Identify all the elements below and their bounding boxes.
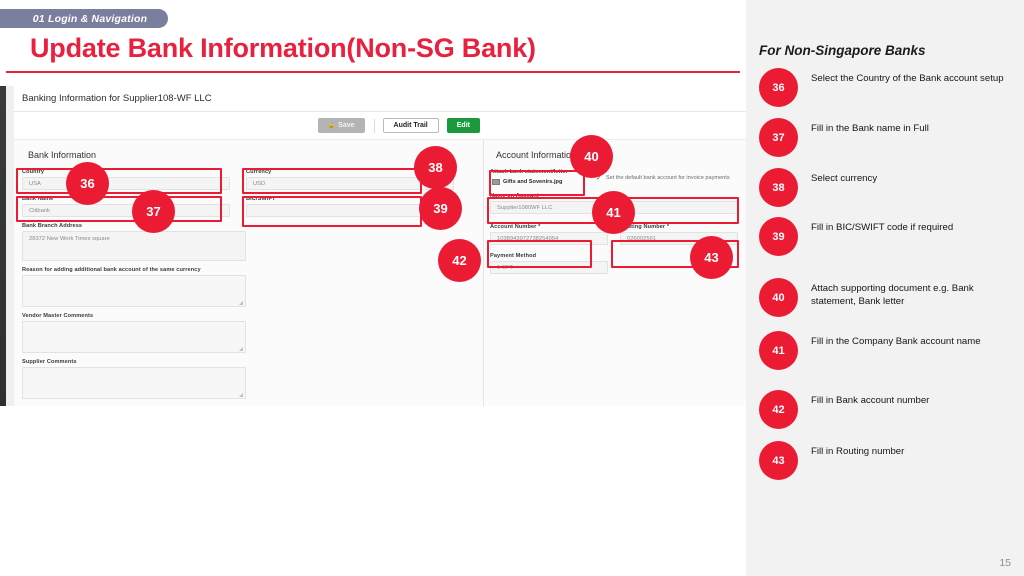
step-badge-39: 39 <box>759 217 798 256</box>
step-text-36: Select the Country of the Bank account s… <box>811 73 1004 84</box>
step-text-38: Select currency <box>811 173 878 184</box>
bank-branch-address-field: Bank Branch Address 28372 New Work Times… <box>22 223 246 261</box>
instruction-step-39: 39 Fill in BIC/SWIFT code if required <box>759 217 1014 256</box>
supplier-comments-textarea[interactable] <box>22 367 246 399</box>
bank-name-field: Bank Name Citibank <box>22 196 230 217</box>
account-information-title: Account Information <box>496 150 577 160</box>
application-screenshot: Banking Information for Supplier108-WF L… <box>0 86 746 406</box>
callout-badge-41: 41 <box>592 191 635 234</box>
app-header: Banking Information for Supplier108-WF L… <box>14 86 746 112</box>
supplier-comments-label: Supplier Comments <box>22 359 77 365</box>
default-account-row[interactable]: ✓ Set the default bank account for invoi… <box>596 174 730 182</box>
account-number-field: Account Number * 1038943972738254054 <box>490 224 608 245</box>
step-text-43: Fill in Routing number <box>811 446 905 457</box>
step-badge-37: 37 <box>759 118 798 157</box>
instruction-step-41: 41 Fill in the Company Bank account name <box>759 331 1014 370</box>
step-text-37: Fill in the Bank name in Full <box>811 123 929 134</box>
step-text-40: Attach supporting document e.g. Bank sta… <box>811 283 974 307</box>
step-badge-38: 38 <box>759 168 798 207</box>
bank-branch-address-label: Bank Branch Address <box>22 223 83 229</box>
callout-badge-37: 37 <box>132 190 175 233</box>
toolbar-divider <box>373 118 375 133</box>
default-account-label: Set the default bank account for invoice… <box>605 175 730 181</box>
file-icon <box>492 179 500 185</box>
account-number-input[interactable]: 1038943972738254054 <box>490 232 608 245</box>
callout-badge-38: 38 <box>414 146 457 189</box>
routing-number-label: Routing Number * <box>620 224 670 230</box>
step-badge-40: 40 <box>759 278 798 317</box>
lock-icon: 🔒 <box>327 123 336 129</box>
save-button-label: Save <box>338 122 355 129</box>
reason-textarea[interactable] <box>22 275 246 307</box>
reason-field: Reason for adding additional bank accoun… <box>22 267 246 307</box>
section-tab: 01 Login & Navigation <box>0 9 168 28</box>
bank-branch-address-input[interactable]: 28372 New Work Times square <box>22 231 246 261</box>
step-badge-36: 36 <box>759 68 798 107</box>
country-label: Country <box>22 169 45 175</box>
page-title: Update Bank Information(Non-SG Bank) <box>30 33 536 63</box>
payment-method-label: Payment Method <box>490 253 537 259</box>
account-number-label: Account Number * <box>490 224 541 230</box>
audit-trail-button[interactable]: Audit Trail <box>382 118 439 133</box>
attach-label: Attach bank statement/letter <box>490 169 569 175</box>
instruction-step-40: 40 Attach supporting document e.g. Bank … <box>759 278 1014 317</box>
country-field: Country USA <box>22 169 230 190</box>
bank-name-label: Bank Name <box>22 196 54 202</box>
app-left-gutter <box>6 86 14 406</box>
callout-badge-39: 39 <box>419 187 462 230</box>
step-badge-42: 42 <box>759 390 798 429</box>
attach-field: Attach bank statement/letter Gifts and S… <box>490 169 738 187</box>
callout-badge-43: 43 <box>690 236 733 279</box>
app-header-title: Banking Information for Supplier108-WF L… <box>22 93 212 104</box>
title-divider <box>6 71 740 73</box>
vendor-master-comments-textarea[interactable] <box>22 321 246 353</box>
step-text-39: Fill in BIC/SWIFT code if required <box>811 222 954 233</box>
callout-badge-42: 42 <box>438 239 481 282</box>
slide-content-area: 01 Login & Navigation Update Bank Inform… <box>0 0 746 576</box>
instruction-step-36: 36 Select the Country of the Bank accoun… <box>759 68 1014 107</box>
instruction-step-38: 38 Select currency <box>759 168 1014 207</box>
app-toolbar: 🔒 Save Audit Trail Edit <box>14 112 746 140</box>
attach-row: Attach bank statement/letter Gifts and S… <box>490 169 738 187</box>
attached-file[interactable]: Gifts and Sovenirs.jpg <box>490 177 586 187</box>
instructions-panel: For Non-Singapore Banks 36 Select the Co… <box>746 0 1024 576</box>
step-badge-41: 41 <box>759 331 798 370</box>
bank-name-input[interactable]: Citibank <box>22 204 230 217</box>
slide: 01 Login & Navigation Update Bank Inform… <box>0 0 1024 576</box>
reason-label: Reason for adding additional bank accoun… <box>22 267 201 273</box>
supplier-comments-field: Supplier Comments <box>22 359 246 399</box>
payment-method-input[interactable]: 1-EFT <box>490 261 608 274</box>
callout-badge-36: 36 <box>66 162 109 205</box>
attached-file-name: Gifts and Sovenirs.jpg <box>503 179 563 185</box>
instruction-step-37: 37 Fill in the Bank name in Full <box>759 118 1014 157</box>
instruction-step-43: 43 Fill in Routing number <box>759 441 1014 480</box>
vendor-master-comments-field: Vendor Master Comments <box>22 313 246 353</box>
step-text-41: Fill in the Company Bank account name <box>811 336 981 347</box>
edit-button[interactable]: Edit <box>446 118 480 133</box>
step-badge-43: 43 <box>759 441 798 480</box>
page-number: 15 <box>999 557 1011 569</box>
vendor-master-comments-label: Vendor Master Comments <box>22 313 94 319</box>
step-text-42: Fill in Bank account number <box>811 395 930 406</box>
callout-badge-40: 40 <box>570 135 613 178</box>
payment-method-field: Payment Method 1-EFT <box>490 253 608 274</box>
form-panes: Bank Information Country USA Currency US… <box>14 140 746 406</box>
instruction-step-42: 42 Fill in Bank account number <box>759 390 1014 429</box>
save-button[interactable]: 🔒 Save <box>317 118 365 133</box>
instructions-heading: For Non-Singapore Banks <box>759 43 926 58</box>
bank-information-title: Bank Information <box>28 150 97 160</box>
country-input[interactable]: USA <box>22 177 230 190</box>
